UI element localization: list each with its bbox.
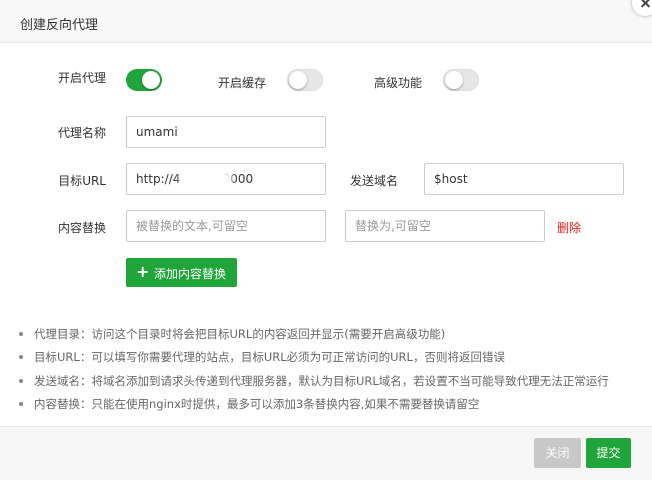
- tip-item: 目标URL：可以填写你需要代理的站点，目标URL必须为可正常访问的URL，否则将…: [18, 347, 648, 370]
- toggle-knob: [142, 71, 160, 89]
- redacted-blur: [180, 172, 232, 188]
- enable-cache-toggle[interactable]: [287, 69, 323, 91]
- create-reverse-proxy-dialog: 创建反向代理 开启代理 开启缓存 高级功能 代理名称 目标URL 发送域名 内容…: [0, 0, 652, 480]
- dialog-title: 创建反向代理: [20, 18, 99, 33]
- dialog-titlebar: 创建反向代理: [0, 0, 652, 43]
- dialog-footer: 关闭 提交: [0, 426, 652, 480]
- submit-button[interactable]: 提交: [586, 438, 631, 468]
- plus-icon: +: [136, 262, 150, 281]
- tip-item: 内容替换：只能在使用nginx时提供，最多可以添加3条替换内容,如果不需要替换请…: [18, 394, 648, 417]
- toggle-knob: [445, 71, 463, 89]
- proxy-name-input[interactable]: [126, 116, 326, 148]
- enable-proxy-label: 开启代理: [58, 71, 107, 85]
- enable-proxy-toggle[interactable]: [126, 69, 162, 91]
- proxy-name-label: 代理名称: [57, 126, 106, 140]
- tip-item: 发送域名：将域名添加到请求头传递到代理服务器，默认为目标URL域名，若设置不当可…: [18, 371, 648, 394]
- replace-from-input[interactable]: [126, 210, 326, 242]
- replace-to-input[interactable]: [345, 210, 545, 242]
- close-button[interactable]: 关闭: [534, 438, 581, 468]
- add-content-replace-button[interactable]: + 添加内容替换: [126, 258, 237, 287]
- add-content-replace-label: 添加内容替换: [154, 267, 227, 281]
- advanced-features-toggle[interactable]: [443, 69, 479, 91]
- send-domain-label: 发送域名: [350, 174, 399, 188]
- help-tips-list: 代理目录：访问这个目录时将会把目标URL的内容返回并显示(需要开启高级功能) 目…: [18, 324, 648, 418]
- content-replace-label: 内容替换: [57, 221, 106, 235]
- enable-cache-label: 开启缓存: [218, 76, 267, 90]
- delete-link[interactable]: 删除: [557, 219, 581, 236]
- send-domain-input[interactable]: [424, 163, 624, 195]
- advanced-features-label: 高级功能: [374, 76, 423, 90]
- tip-item: 代理目录：访问这个目录时将会把目标URL的内容返回并显示(需要开启高级功能): [18, 324, 648, 347]
- target-url-label: 目标URL: [58, 174, 106, 188]
- toggle-knob: [289, 71, 307, 89]
